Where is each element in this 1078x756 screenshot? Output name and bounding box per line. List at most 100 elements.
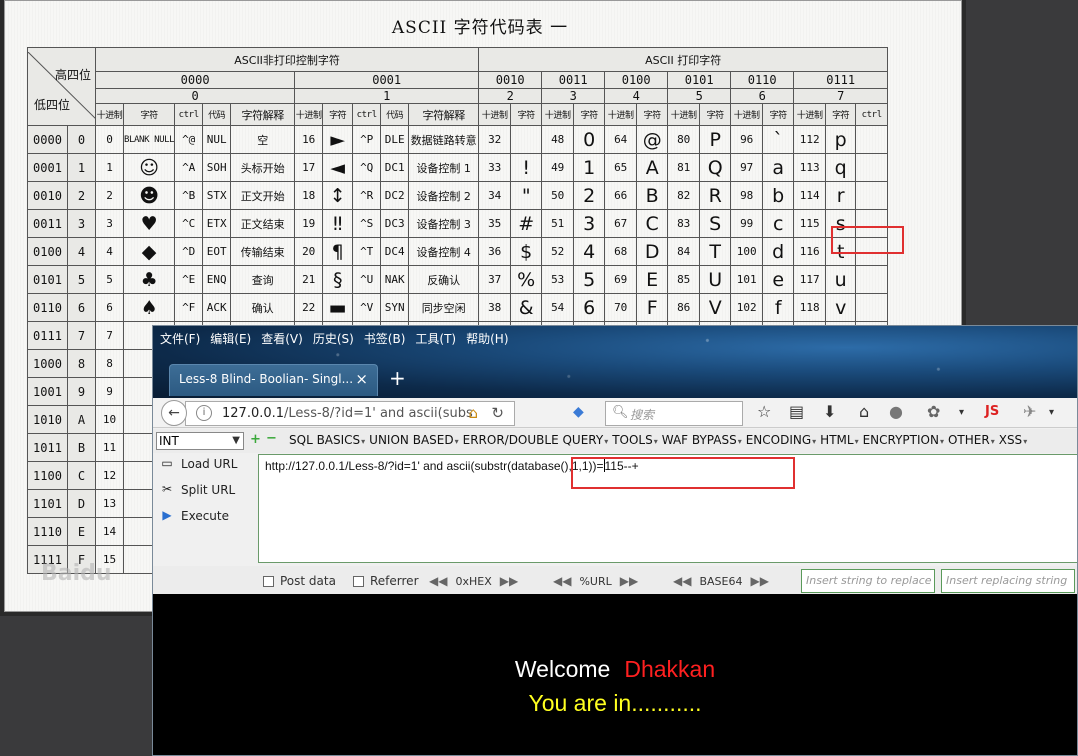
cell-dec: 4 [95, 237, 124, 266]
info-icon[interactable]: i [196, 405, 212, 421]
close-tab-icon[interactable]: × [355, 370, 368, 388]
cell-dec: 11 [95, 433, 124, 462]
back-button[interactable]: ← [161, 400, 187, 426]
menu-union-based[interactable]: UNION BASED [369, 433, 458, 447]
menu-view[interactable]: 查看(V) [261, 330, 303, 348]
cell-ctrl [855, 153, 889, 182]
globe-icon[interactable]: ● [889, 402, 903, 421]
replacing-input[interactable]: Insert replacing string [941, 569, 1075, 593]
decode-right-icon[interactable]: ▶▶ [750, 574, 768, 588]
addon-icon[interactable]: ◆ [573, 404, 584, 420]
reading-list-icon[interactable]: ▤ [789, 402, 804, 421]
new-tab-button[interactable]: + [389, 366, 406, 390]
cell-char: d [762, 237, 795, 266]
referrer-label: Referrer [370, 574, 419, 588]
query-textarea[interactable]: http://127.0.0.1/Less-8/?id=1' and ascii… [258, 454, 1077, 563]
base64-encoder[interactable]: ◀◀ BASE64 ▶▶ [673, 574, 769, 588]
tools-icon[interactable]: ✈ [1023, 402, 1036, 421]
cell-dec: 20 [294, 237, 324, 266]
cell-ctrl [855, 293, 889, 322]
menu-xss[interactable]: XSS [999, 433, 1027, 447]
download-icon[interactable]: ⬇ [823, 402, 836, 421]
cell-dec: 102 [730, 293, 764, 322]
cell-desc: 反确认 [408, 265, 480, 294]
row-hex: 8 [67, 349, 96, 378]
cell-ctrl: ^D [174, 237, 204, 266]
menu-encryption[interactable]: ENCRYPTION [863, 433, 944, 447]
decrement-icon[interactable]: − [266, 431, 277, 446]
desktop-background [0, 616, 152, 756]
menu-encoding[interactable]: ENCODING [746, 433, 816, 447]
url-encoder[interactable]: ◀◀ %URL ▶▶ [553, 574, 638, 588]
cell-char: ► [322, 125, 354, 154]
home-icon[interactable]: ⌂ [859, 402, 869, 421]
cell-dec: 12 [95, 461, 124, 490]
cell-char: ▬ [322, 293, 354, 322]
encode-left-icon[interactable]: ◀◀ [429, 574, 447, 588]
menu-other[interactable]: OTHER [948, 433, 995, 447]
menu-error-double-query[interactable]: ERROR/DOUBLE QUERY [463, 433, 609, 447]
col-header-char: 字符 [825, 103, 857, 126]
increment-icon[interactable]: + [250, 432, 261, 447]
row-hex: E [67, 517, 96, 546]
menu-history[interactable]: 历史(S) [313, 330, 354, 348]
cell-code: SOH [202, 153, 232, 182]
hex-encoder[interactable]: ◀◀ 0xHEX ▶▶ [429, 574, 518, 588]
checkbox-icon [353, 575, 364, 587]
encode-left-icon[interactable]: ◀◀ [673, 574, 691, 588]
col-header-char: 字符 [636, 103, 669, 126]
replace-input[interactable]: Insert string to replace [801, 569, 935, 593]
load-url-label: Load URL [181, 457, 238, 471]
menu-sql-basics[interactable]: SQL BASICS [289, 433, 365, 447]
corner-high-label: 高四位 [54, 68, 91, 82]
cell-code: ACK [202, 293, 232, 322]
split-url-button[interactable]: ✂ Split URL [159, 482, 235, 498]
cell-desc: 查询 [230, 265, 296, 294]
referrer-checkbox[interactable]: Referrer [353, 574, 419, 588]
load-url-button[interactable]: ▭ Load URL [159, 456, 237, 472]
dropdown-icon[interactable]: ▾ [959, 407, 964, 418]
cell-char: b [762, 181, 795, 210]
menu-tools[interactable]: TOOLS [612, 433, 658, 447]
menu-help[interactable]: 帮助(H) [466, 330, 508, 348]
cell-dec: 100 [730, 237, 764, 266]
col-header-code: 代码 [202, 103, 232, 126]
address-bar[interactable]: i 127.0.0.1/Less-8/?id=1' and ascii(subs… [185, 401, 515, 426]
home-bookmark-icon[interactable]: ⌂ [468, 404, 478, 422]
palette-icon[interactable]: ✿ [927, 402, 940, 421]
high-bits-header: 0101 [667, 71, 732, 89]
row-hex: 7 [67, 321, 96, 350]
cell-dec: 68 [604, 237, 638, 266]
cell-char: 0 [573, 125, 606, 154]
cell-ctrl: ^V [352, 293, 382, 322]
execute-button[interactable]: ▶ Execute [159, 508, 229, 524]
decode-right-icon[interactable]: ▶▶ [620, 574, 638, 588]
cell-char: e [762, 265, 795, 294]
cell-dec: 6 [95, 293, 124, 322]
menu-bookmarks[interactable]: 书签(B) [364, 330, 406, 348]
cell-dec: 86 [667, 293, 701, 322]
tab-less-8[interactable]: Less-8 Blind- Boolian- Singl... × [169, 364, 378, 396]
menu-waf-bypass[interactable]: WAF BYPASS [662, 433, 742, 447]
cell-dec: 118 [793, 293, 827, 322]
cell-char: ♥ [122, 209, 176, 238]
cell-desc: 设备控制 1 [408, 153, 480, 182]
cell-ctrl [855, 181, 889, 210]
row-hex: 2 [67, 181, 96, 210]
menu-tools[interactable]: 工具(T) [415, 330, 456, 348]
menu-edit[interactable]: 编辑(E) [210, 330, 251, 348]
navigation-bar: i 127.0.0.1/Less-8/?id=1' and ascii(subs… [153, 398, 1077, 428]
search-input[interactable]: 🔍︎ 搜索 [605, 401, 743, 426]
js-toggle-icon[interactable]: JS [985, 404, 999, 419]
encode-left-icon[interactable]: ◀◀ [553, 574, 571, 588]
hex-label: 0xHEX [455, 574, 492, 588]
decode-right-icon[interactable]: ▶▶ [500, 574, 518, 588]
post-data-checkbox[interactable]: Post data [263, 574, 336, 588]
corner-low-label: 低四位 [34, 98, 71, 112]
menu-file[interactable]: 文件(F) [160, 330, 200, 348]
menu-html[interactable]: HTML [820, 433, 858, 447]
type-select[interactable]: INT ▼ [156, 432, 244, 450]
bookmark-star-icon[interactable]: ☆ [757, 402, 771, 421]
more-icon[interactable]: ▾ [1049, 407, 1054, 418]
reload-icon[interactable]: ↻ [491, 404, 504, 422]
